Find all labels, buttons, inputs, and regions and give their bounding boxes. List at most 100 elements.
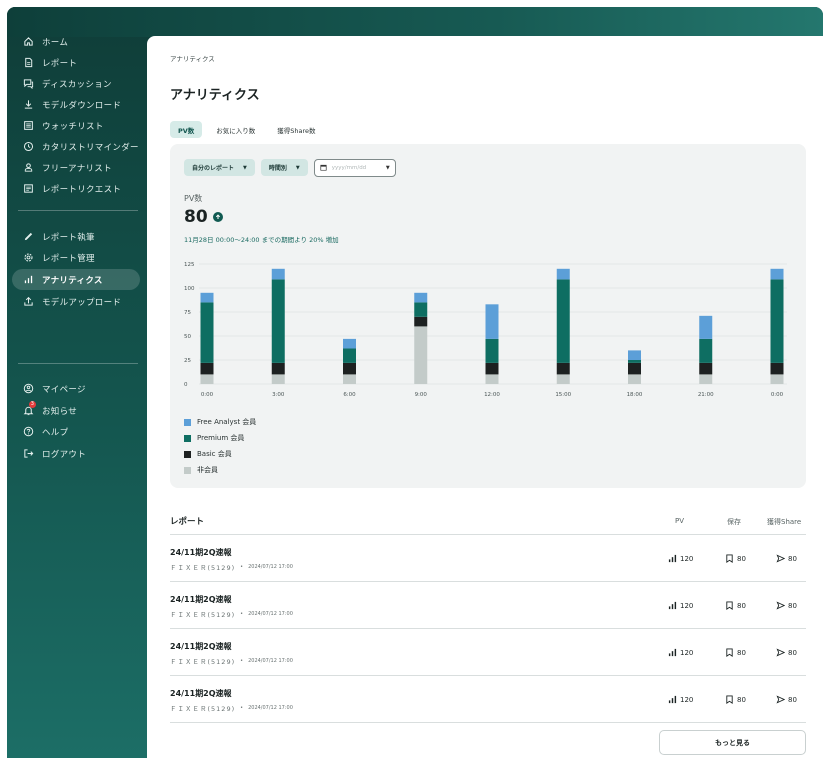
sidebar-item-model-download[interactable]: モデルダウンロード [12,94,140,115]
pv-stat: 120 [668,695,693,704]
sidebar-item-label: マイページ [42,384,86,395]
pv-count: 120 [680,695,694,704]
save-stat: 80 [725,601,746,610]
bar-segment [628,360,641,363]
report-meta: ＦＩＸＥＲ(5129) • 2024/07/12 17:00 [170,609,293,619]
sidebar-item-label: レポート管理 [42,253,95,264]
period-filter-label: 時間別 [268,165,287,172]
sidebar-item-label: ヘルプ [42,427,69,438]
bookmark-icon [726,695,733,704]
sidebar-item-report-management[interactable]: レポート管理 [12,247,140,268]
show-more-button[interactable]: もっと見る [659,730,806,755]
user-circle-icon [22,383,34,395]
report-table-title: レポート [170,517,205,527]
bookmark-icon [726,648,733,657]
sidebar-item-label: お知らせ [42,406,78,417]
bar-segment [271,268,285,280]
save-count: 80 [737,695,746,704]
x-tick-label: 0:00 [771,392,784,398]
column-header-saves: 保存 [727,518,741,526]
sidebar-item-discussion[interactable]: ディスカッション [12,73,140,94]
metric-tabs: PV数 お気に入り数 獲得Share数 [170,121,324,138]
home-icon [22,36,34,48]
sidebar-item-home[interactable]: ホーム [12,31,140,52]
metric-value-row: 80 [184,207,223,227]
period-filter-dropdown[interactable]: 時間別 ▼ [260,159,308,176]
pv-count: 120 [680,648,694,657]
x-tick-label: 6:00 [343,392,356,398]
sidebar-item-write-report[interactable]: レポート執筆 [12,226,140,247]
calendar-icon [320,164,327,173]
chat-icon [22,78,34,90]
sidebar-item-label: モデルアップロード [42,297,122,308]
x-tick-label: 21:00 [698,392,714,398]
sidebar-item-label: ディスカッション [42,79,112,90]
breadcrumb[interactable]: アナリティクス [170,53,215,63]
share-stat: 80 [776,554,797,563]
sidebar-item-watchlist[interactable]: ウォッチリスト [12,115,140,136]
tab-favorites[interactable]: お気に入り数 [208,121,263,138]
company-name: ＦＩＸＥＲ(5129) [170,564,236,572]
sidebar-item-label: フリーアナリスト [42,163,112,174]
sidebar-item-report-request[interactable]: レポートリクエスト [12,178,140,199]
table-row[interactable]: 24/11期2Q速報 ＦＩＸＥＲ(5129) • 2024/07/12 17:0… [170,676,806,723]
report-title[interactable]: 24/11期2Q速報 [170,594,232,605]
report-title[interactable]: 24/11期2Q速報 [170,641,232,652]
bar-segment [699,362,713,375]
bar-segment [628,374,641,384]
bookmark-icon [726,554,733,563]
report-title[interactable]: 24/11期2Q速報 [170,688,232,699]
bar-segment [414,326,428,384]
report-date: 2024/07/12 17:00 [248,658,293,664]
table-row[interactable]: 24/11期2Q速報 ＦＩＸＥＲ(5129) • 2024/07/12 17:0… [170,629,806,676]
sidebar-item-mypage[interactable]: マイページ [12,378,140,399]
date-picker-input[interactable]: yyyy/mm/dd ▼ [313,159,396,177]
bar-segment [271,362,285,375]
save-count: 80 [737,601,746,610]
separator-dot: • [240,611,244,617]
bar-chart-icon [668,601,677,610]
sidebar-item-catalyst-reminder[interactable]: カタリストリマインダー [12,136,140,157]
company-name: ＦＩＸＥＲ(5129) [170,705,236,713]
table-row[interactable]: 24/11期2Q速報 ＦＩＸＥＲ(5129) • 2024/07/12 17:0… [170,535,806,582]
sidebar-item-model-upload[interactable]: モデルアップロード [12,291,140,312]
sidebar-item-help[interactable]: ヘルプ [12,421,140,442]
bar-segment [271,374,285,384]
logout-icon [22,448,34,460]
sidebar-item-analytics[interactable]: アナリティクス [12,269,140,290]
table-row[interactable]: 24/11期2Q速報 ＦＩＸＥＲ(5129) • 2024/07/12 17:0… [170,582,806,629]
bookmark-icon [726,601,733,610]
x-tick-label: 0:00 [201,392,214,398]
tab-pv[interactable]: PV数 [170,121,203,138]
bar-segment [200,302,214,363]
x-tick-label: 18:00 [627,392,643,398]
pv-stacked-bar-chart: 0 25 50 75 100 125 0:00 3:00 6:00 9:00 12:00 15:00 1… [184,262,787,398]
bar-segment [485,374,499,384]
bar-segment [200,374,214,384]
send-icon [776,695,785,704]
upload-icon [22,296,34,308]
share-stat: 80 [776,695,797,704]
report-filter-label: 自分のレポート [192,165,235,172]
sidebar-item-label: モデルダウンロード [42,100,122,111]
report-filter-dropdown[interactable]: 自分のレポート ▼ [184,159,255,176]
save-stat: 80 [725,648,746,657]
request-icon [22,183,34,195]
sidebar-item-reports[interactable]: レポート [12,52,140,73]
legend-label: Free Analyst 会員 [197,418,257,426]
sidebar-item-notifications[interactable]: 3 お知らせ [12,400,140,421]
legend-label: 非会員 [197,466,218,474]
sidebar-item-label: レポートリクエスト [42,184,122,195]
y-tick-label: 50 [184,334,191,340]
report-date: 2024/07/12 17:00 [248,705,293,711]
sidebar-item-free-analyst[interactable]: フリーアナリスト [12,157,140,178]
bar-segment [414,316,428,327]
y-tick-label: 100 [184,286,195,292]
tab-shares[interactable]: 獲得Share数 [269,121,323,138]
sidebar-item-logout[interactable]: ログアウト [12,443,140,464]
sidebar-divider [18,363,138,364]
send-icon [776,601,785,610]
report-title[interactable]: 24/11期2Q速報 [170,547,232,558]
bar-segment [343,338,356,349]
bar-segment [414,302,428,317]
